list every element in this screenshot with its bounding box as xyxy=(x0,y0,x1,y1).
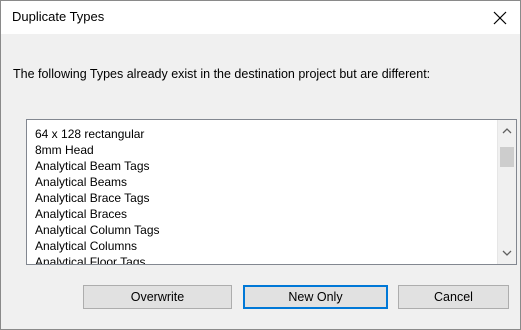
new-only-button[interactable]: New Only xyxy=(243,285,388,309)
close-button[interactable] xyxy=(480,1,520,34)
list-item[interactable]: Analytical Beams xyxy=(35,174,490,190)
scroll-down-button[interactable] xyxy=(498,244,516,262)
list-item[interactable]: 64 x 128 rectangular xyxy=(35,126,490,142)
vertical-scrollbar[interactable] xyxy=(497,120,516,264)
list-item[interactable]: 8mm Head xyxy=(35,142,490,158)
cancel-button[interactable]: Cancel xyxy=(398,285,509,309)
list-item[interactable]: Analytical Columns xyxy=(35,238,490,254)
scroll-up-button[interactable] xyxy=(498,122,516,140)
dialog-title: Duplicate Types xyxy=(12,9,105,24)
list-item[interactable]: Analytical Beam Tags xyxy=(35,158,490,174)
overwrite-button[interactable]: Overwrite xyxy=(83,285,232,309)
title-bar: Duplicate Types xyxy=(1,1,520,34)
dialog-message: The following Types already exist in the… xyxy=(13,67,431,81)
chevron-up-icon xyxy=(502,128,512,134)
list-item[interactable]: Analytical Column Tags xyxy=(35,222,490,238)
chevron-down-icon xyxy=(502,250,512,256)
duplicate-types-list[interactable]: 64 x 128 rectangular 8mm Head Analytical… xyxy=(26,119,517,265)
scroll-thumb[interactable] xyxy=(500,147,514,167)
list-item[interactable]: Analytical Floor Tags xyxy=(35,254,490,264)
close-icon xyxy=(493,11,507,24)
list-item[interactable]: Analytical Brace Tags xyxy=(35,190,490,206)
list-item[interactable]: Analytical Braces xyxy=(35,206,490,222)
list-items: 64 x 128 rectangular 8mm Head Analytical… xyxy=(35,126,490,264)
duplicate-types-dialog: Duplicate Types The following Types alre… xyxy=(0,0,521,330)
